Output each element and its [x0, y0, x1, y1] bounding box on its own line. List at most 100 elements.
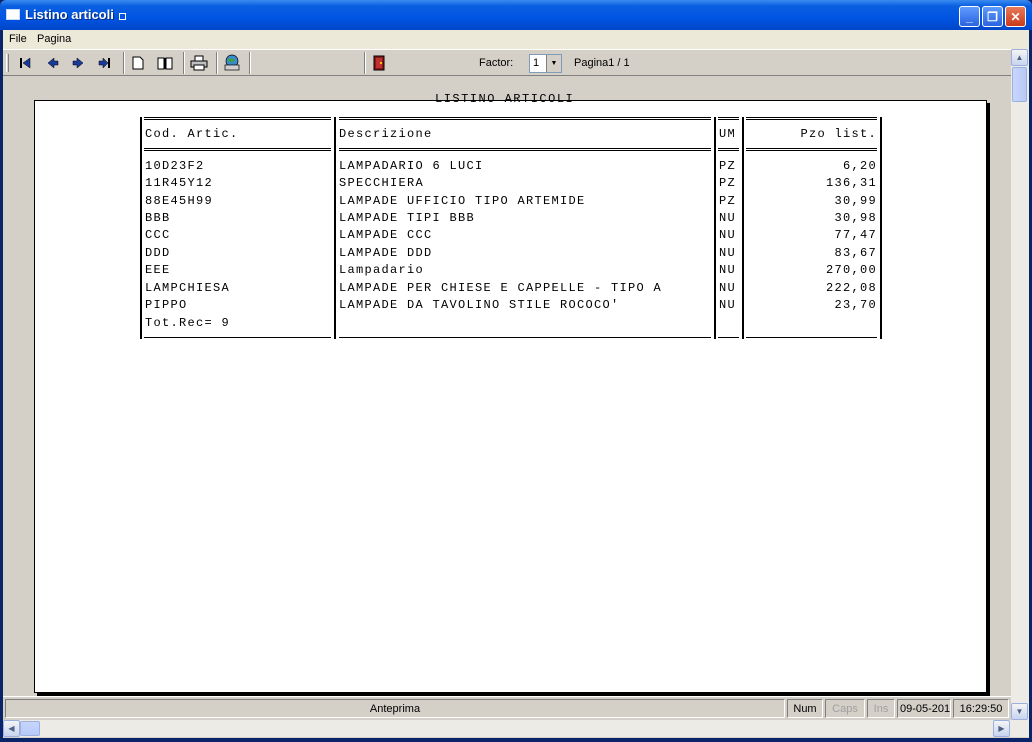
factor-select[interactable]: 1 ▼ [529, 54, 562, 73]
client-area: File Pagina Factor: 1 ▼ Pagina1 / 1 LIST… [3, 30, 1029, 738]
cell-price: 136,31 [825, 176, 877, 190]
print-button[interactable] [188, 53, 210, 73]
scroll-up-button[interactable]: ▲ [1011, 49, 1028, 66]
export-button[interactable] [221, 53, 243, 73]
table-bottom-rule [144, 337, 331, 338]
menu-pagina[interactable]: Pagina [37, 33, 71, 45]
scroll-right-button[interactable]: ▶ [993, 720, 1010, 737]
cell-description: LAMPADE PER CHIESE E CAPPELLE - TIPO A [339, 281, 663, 295]
restore-icon: ❐ [987, 9, 998, 24]
chevron-left-icon: ◀ [8, 724, 15, 733]
table-column-divider [334, 117, 336, 339]
cell-um: NU [719, 246, 737, 260]
two-pages-button[interactable] [154, 53, 176, 73]
globe-printer-icon [224, 54, 240, 71]
dropdown-arrow-icon[interactable]: ▼ [546, 55, 561, 72]
cell-price: 30,99 [834, 194, 877, 208]
table-bottom-rule [339, 337, 711, 338]
vertical-scrollbar[interactable]: ▲ ▼ [1011, 49, 1029, 737]
cell-code: CCC [145, 228, 171, 242]
cell-code: 88E45H99 [145, 194, 214, 208]
header-bottom-rule [339, 148, 711, 151]
factor-label: Factor: [479, 57, 514, 69]
cell-description: LAMPADE UFFICIO TIPO ARTEMIDE [339, 194, 586, 208]
table-border-right [880, 117, 882, 339]
header-top-rule [339, 117, 711, 120]
exit-door-icon [373, 55, 385, 71]
cell-description: SPECCHIERA [339, 176, 425, 190]
cell-code: LAMPCHIESA [145, 281, 231, 295]
cell-description: LAMPADE DA TAVOLINO STILE ROCOCO' [339, 298, 620, 312]
column-header-description: Descrizione [339, 127, 433, 141]
scroll-left-button[interactable]: ◀ [3, 720, 20, 737]
header-top-rule [144, 117, 331, 120]
cell-um: PZ [719, 159, 737, 173]
exit-button[interactable] [368, 53, 390, 73]
chevron-right-icon: ▶ [998, 724, 1005, 733]
toolbar-separator [216, 52, 218, 74]
factor-value: 1 [533, 57, 540, 69]
cell-code: EEE [145, 263, 171, 277]
cell-um: NU [719, 211, 737, 225]
chevron-down-icon: ▼ [1015, 707, 1024, 716]
cell-price: 77,47 [834, 228, 877, 242]
window-title: Listino articoli [25, 7, 114, 22]
table-bottom-rule [718, 337, 739, 338]
table-column-divider [742, 117, 744, 339]
chevron-up-icon: ▲ [1015, 53, 1024, 62]
horizontal-scrollbar[interactable]: ◀ ▶ [3, 720, 1011, 737]
prev-page-button[interactable] [42, 53, 64, 73]
print-preview-area[interactable]: LISTINO ARTICOLI Cod. Artic. Descrizione… [3, 76, 1011, 696]
status-bar: Anteprima Num Caps Ins 09-05-2016 16:29:… [3, 696, 1011, 718]
minimize-button[interactable]: _ [959, 6, 980, 27]
table-bottom-rule [746, 337, 877, 338]
close-button[interactable]: ✕ [1005, 6, 1026, 27]
cell-um: NU [719, 263, 737, 277]
header-bottom-rule [718, 148, 739, 151]
cell-um: NU [719, 228, 737, 242]
cell-price: 270,00 [825, 263, 877, 277]
column-header-code: Cod. Artic. [145, 127, 239, 141]
header-top-rule [718, 117, 739, 120]
minimize-icon: _ [966, 9, 973, 24]
cell-description: LAMPADE CCC [339, 228, 433, 242]
scroll-down-button[interactable]: ▼ [1011, 703, 1028, 720]
table-border-left [140, 117, 142, 339]
cell-code: 10D23F2 [145, 159, 205, 173]
last-page-button[interactable] [93, 53, 115, 73]
horizontal-scroll-thumb[interactable] [20, 721, 40, 736]
column-header-um: UM [719, 127, 737, 141]
menu-file[interactable]: File [9, 33, 27, 45]
report-title: LISTINO ARTICOLI [435, 92, 575, 106]
toolbar-grip[interactable] [6, 54, 9, 72]
next-page-button[interactable] [67, 53, 89, 73]
two-pages-icon [157, 57, 173, 69]
cell-um: PZ [719, 176, 737, 190]
cell-code: DDD [145, 246, 171, 260]
last-page-icon [98, 57, 110, 69]
cell-um: PZ [719, 194, 737, 208]
cell-code: PIPPO [145, 298, 188, 312]
status-time: 16:29:50 [953, 699, 1009, 718]
cell-description: LAMPADE TIPI BBB [339, 211, 476, 225]
app-window: Listino articoli _ ❐ ✕ File Pagina Facto… [0, 0, 1032, 742]
status-num: Num [787, 699, 823, 718]
header-bottom-rule [746, 148, 877, 151]
first-page-button[interactable] [15, 53, 37, 73]
cell-description: Lampadario [339, 263, 425, 277]
menu-bar: File Pagina [3, 30, 1029, 49]
title-bar[interactable]: Listino articoli _ ❐ ✕ [0, 0, 1032, 30]
prev-page-icon [47, 57, 59, 69]
total-records: Tot.Rec= 9 [145, 316, 231, 330]
vertical-scroll-thumb[interactable] [1012, 67, 1027, 102]
cell-code: BBB [145, 211, 171, 225]
toolbar-separator [249, 52, 251, 74]
table-column-divider [714, 117, 716, 339]
printer-icon [190, 55, 208, 71]
next-page-icon [72, 57, 84, 69]
single-page-button[interactable] [127, 53, 149, 73]
status-mode: Anteprima [5, 699, 785, 718]
restore-button[interactable]: ❐ [982, 6, 1003, 27]
column-header-price: Pzo list. [800, 127, 877, 141]
report-page: LISTINO ARTICOLI Cod. Artic. Descrizione… [34, 92, 987, 693]
